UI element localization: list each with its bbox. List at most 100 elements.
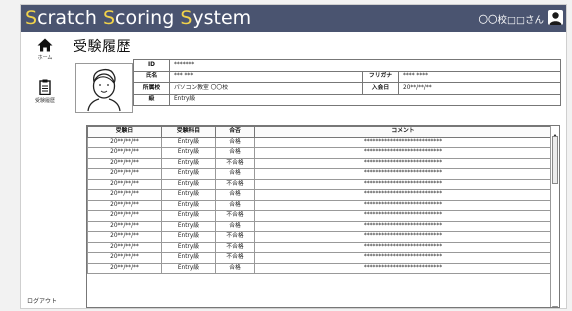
cell-date: 20**/**/** — [87, 210, 162, 222]
logout-link[interactable]: ログアウト — [27, 296, 57, 305]
history-table: 受験日 受験科目 合否 コメント 20**/**/** Entry級 合格 *****… — [87, 126, 552, 274]
cell-comment: *************************** — [254, 157, 552, 169]
cell-subject: Entry級 — [161, 178, 216, 190]
cell-result: 合格 — [215, 189, 255, 201]
column-header-comment: コメント — [254, 126, 552, 138]
cell-date: 20**/**/** — [87, 157, 162, 169]
profile-row-school: 所属校 パソコン教室 〇〇校 入会日 20**/**/** — [133, 82, 562, 95]
cell-subject: Entry級 — [161, 157, 216, 169]
cell-subject: Entry級 — [161, 220, 216, 232]
sidebar-item-home[interactable]: ホーム — [21, 38, 69, 61]
sidebar-item-label: ホーム — [37, 55, 53, 61]
cell-comment: *************************** — [254, 136, 552, 148]
cell-result: 不合格 — [215, 210, 255, 222]
school-label: 所属校 — [133, 82, 170, 95]
clipboard-icon — [39, 79, 51, 95]
avatar-illustration — [87, 68, 121, 112]
id-value: ******* — [168, 59, 562, 72]
app-window: Scratch Scoring System 〇〇校□□さん ホーム 受験履歴 … — [20, 4, 567, 309]
school-value: パソコン教室 〇〇校 — [169, 82, 363, 95]
history-table-container[interactable]: 受験日 受験科目 合否 コメント 20**/**/** Entry級 合格 *****… — [86, 125, 560, 308]
avatar — [75, 63, 133, 113]
sidebar-item-history[interactable]: 受験履歴 — [21, 79, 69, 104]
cell-date: 20**/**/** — [87, 189, 162, 201]
cell-result: 不合格 — [215, 252, 255, 264]
cell-result: 合格 — [215, 199, 255, 211]
table-row: 20**/**/** Entry級 不合格 *********************… — [87, 210, 552, 222]
cell-date: 20**/**/** — [87, 231, 162, 243]
cell-comment: *************************** — [254, 199, 552, 211]
table-row: 20**/**/** Entry級 合格 **********************… — [87, 147, 552, 159]
cell-date: 20**/**/** — [87, 199, 162, 211]
profile-row-id: ID ******* — [133, 59, 562, 72]
table-row: 20**/**/** Entry級 合格 **********************… — [87, 136, 552, 148]
joined-label: 入会日 — [362, 82, 399, 95]
profile-row-name: 氏名 *** *** フリガナ **** **** — [133, 70, 562, 83]
cell-result: 合格 — [215, 147, 255, 159]
table-row: 20**/**/** Entry級 合格 **********************… — [87, 168, 552, 180]
furigana-value: **** **** — [397, 70, 562, 83]
furigana-label: フリガナ — [362, 70, 399, 83]
cell-result: 不合格 — [215, 231, 255, 243]
table-row: 20**/**/** Entry級 合格 **********************… — [87, 220, 552, 232]
table-row: 20**/**/** Entry級 不合格 *********************… — [87, 231, 552, 243]
cell-comment: *************************** — [254, 262, 552, 274]
history-scrollbar[interactable] — [550, 126, 559, 307]
cell-comment: *************************** — [254, 252, 552, 264]
top-bar: Scratch Scoring System 〇〇校□□さん — [21, 5, 566, 32]
cell-result: 合格 — [215, 220, 255, 232]
title-initial-3: S — [180, 7, 193, 29]
cell-date: 20**/**/** — [87, 147, 162, 159]
column-header-result: 合否 — [215, 126, 255, 138]
cell-subject: Entry級 — [161, 199, 216, 211]
sidebar: ホーム 受験履歴 ログアウト — [21, 32, 69, 308]
table-row: 20**/**/** Entry級 不合格 *********************… — [87, 252, 552, 264]
table-row: 20**/**/** Entry級 合格 **********************… — [87, 262, 552, 274]
name-label: 氏名 — [133, 70, 170, 83]
cell-subject: Entry級 — [161, 136, 216, 148]
user-name[interactable]: 〇〇校□□さん — [479, 12, 544, 26]
cell-date: 20**/**/** — [87, 252, 162, 264]
scroll-up-arrow-icon[interactable] — [551, 126, 559, 139]
cell-date: 20**/**/** — [87, 262, 162, 274]
cell-result: 不合格 — [215, 178, 255, 190]
column-header-date: 受験日 — [87, 126, 162, 138]
cell-comment: *************************** — [254, 168, 552, 180]
cell-subject: Entry級 — [161, 241, 216, 253]
cell-subject: Entry級 — [161, 262, 216, 274]
cell-comment: *************************** — [254, 210, 552, 222]
cell-subject: Entry級 — [161, 168, 216, 180]
scroll-down-arrow-icon[interactable] — [551, 298, 559, 307]
cell-result: 不合格 — [215, 157, 255, 169]
title-word-2: coring — [115, 7, 181, 29]
table-row: 20**/**/** Entry級 不合格 *********************… — [87, 157, 552, 169]
cell-subject: Entry級 — [161, 147, 216, 159]
cell-subject: Entry級 — [161, 210, 216, 222]
cell-comment: *************************** — [254, 231, 552, 243]
cell-date: 20**/**/** — [87, 241, 162, 253]
cell-result: 合格 — [215, 262, 255, 274]
cell-date: 20**/**/** — [87, 168, 162, 180]
user-icon[interactable] — [548, 10, 563, 25]
title-word-3: ystem — [192, 7, 252, 29]
grade-value: Entry級 — [168, 93, 562, 106]
cell-comment: *************************** — [254, 220, 552, 232]
cell-comment: *************************** — [254, 189, 552, 201]
home-icon — [37, 38, 53, 52]
profile-row-grade: 級 Entry級 — [133, 93, 562, 106]
table-row: 20**/**/** Entry級 合格 **********************… — [87, 189, 552, 201]
title-word-1: cratch — [37, 7, 103, 29]
scrollbar-thumb[interactable] — [552, 136, 558, 184]
joined-value: 20**/**/** — [397, 82, 562, 95]
table-row: 20**/**/** Entry級 不合格 *********************… — [87, 241, 552, 253]
table-row: 20**/**/** Entry級 不合格 *********************… — [87, 178, 552, 190]
title-initial-2: S — [102, 7, 116, 29]
cell-comment: *************************** — [254, 178, 552, 190]
sidebar-item-label: 受験履歴 — [34, 98, 55, 104]
page-title: 受験履歴 — [73, 39, 131, 55]
cell-date: 20**/**/** — [87, 136, 162, 148]
profile-table: ID ******* 氏名 *** *** フリガナ **** **** 所属校… — [133, 59, 562, 106]
column-header-subject: 受験科目 — [161, 126, 216, 138]
cell-date: 20**/**/** — [87, 178, 162, 190]
cell-result: 合格 — [215, 136, 255, 148]
